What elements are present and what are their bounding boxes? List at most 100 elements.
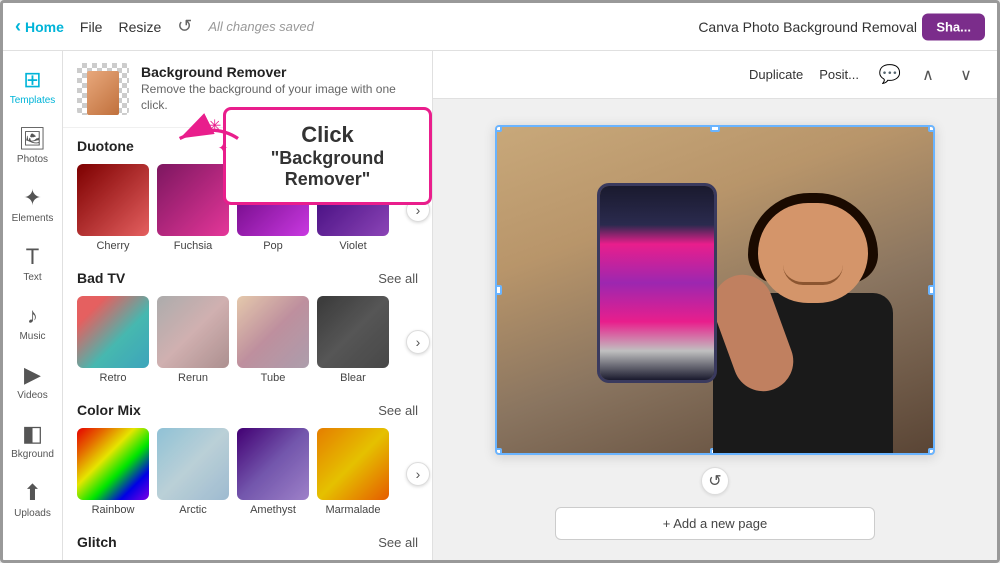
undo-icon[interactable]: ↺ — [177, 16, 192, 37]
handle-tm[interactable] — [710, 127, 720, 132]
marmalade-label: Marmalade — [325, 504, 380, 516]
comment-icon-button[interactable]: 💬 — [875, 60, 905, 90]
duotone-section: Duotone See all Cherry Fuchsia Pop — [63, 128, 432, 260]
color-mix-see-all[interactable]: See all — [378, 403, 418, 418]
bg-remover-thumb-img — [87, 71, 119, 115]
arctic-label: Arctic — [179, 504, 207, 516]
sidebar-icons: ⊞ Templates 🖼 Photos ✦ Elements T Text ♪… — [3, 51, 63, 563]
bg-remover-thumbnail — [77, 63, 129, 115]
filter-amethyst[interactable]: Amethyst — [237, 428, 309, 516]
amethyst-thumb — [237, 428, 309, 500]
sidebar-item-templates[interactable]: ⊞ Templates — [7, 59, 59, 114]
color-mix-next-button[interactable]: › — [406, 462, 430, 486]
filter-rainbow[interactable]: Rainbow — [77, 428, 149, 516]
filter-marmalade[interactable]: Marmalade — [317, 428, 389, 516]
sidebar-item-uploads[interactable]: ⬆ Uploads — [7, 472, 59, 527]
pop-label: Pop — [263, 240, 283, 252]
filter-tube[interactable]: Tube — [237, 296, 309, 384]
sidebar-label-photos: Photos — [17, 154, 48, 165]
cherry-label: Cherry — [96, 240, 129, 252]
fuchsia-label: Fuchsia — [174, 240, 213, 252]
handle-bl[interactable] — [497, 448, 502, 453]
nav-home[interactable]: Home — [15, 16, 64, 37]
filter-pop[interactable]: Pop — [237, 164, 309, 252]
rainbow-thumb — [77, 428, 149, 500]
filter-retro[interactable]: Retro — [77, 296, 149, 384]
position-button[interactable]: Posit... — [819, 67, 859, 82]
glitch-section: Glitch See all › — [63, 524, 432, 563]
bg-remover-description: Remove the background of your image with… — [141, 82, 418, 113]
glitch-see-all[interactable]: See all — [378, 535, 418, 550]
add-page-button[interactable]: + Add a new page — [555, 507, 875, 540]
music-icon: ♪ — [27, 303, 38, 329]
bg-remover-header[interactable]: Background Remover Remove the background… — [63, 51, 432, 128]
sidebar-item-videos[interactable]: ▶ Videos — [7, 354, 59, 409]
filter-cherry[interactable]: Cherry — [77, 164, 149, 252]
rainbow-label: Rainbow — [92, 504, 135, 516]
duotone-see-all[interactable]: See all — [378, 139, 418, 154]
app-title: Canva Photo Background Removal — [698, 19, 917, 35]
nav-file[interactable]: File — [80, 19, 103, 35]
color-mix-grid: Rainbow Arctic Amethyst Marmalade › — [63, 424, 432, 524]
pop-thumb — [237, 164, 309, 236]
handle-ml[interactable] — [497, 285, 502, 295]
filter-violet[interactable]: Violet — [317, 164, 389, 252]
duplicate-button[interactable]: Duplicate — [749, 67, 803, 82]
blear-thumb — [317, 296, 389, 368]
duotone-header: Duotone See all — [63, 128, 432, 160]
text-icon: T — [26, 244, 39, 270]
canvas-area: ↺ + Add a new page — [433, 99, 997, 563]
top-navbar: Home File Resize ↺ All changes saved Can… — [3, 3, 997, 51]
retro-thumb — [77, 296, 149, 368]
canvas-frame[interactable] — [495, 125, 935, 455]
filter-arctic[interactable]: Arctic — [157, 428, 229, 516]
photos-icon: 🖼 — [19, 126, 47, 152]
rerun-thumb — [157, 296, 229, 368]
marmalade-thumb — [317, 428, 389, 500]
effects-panel: Background Remover Remove the background… — [63, 51, 433, 563]
sidebar-label-videos: Videos — [17, 390, 47, 401]
arctic-thumb — [157, 428, 229, 500]
sidebar-item-music[interactable]: ♪ Music — [7, 295, 59, 350]
filter-fuchsia[interactable]: Fuchsia — [157, 164, 229, 252]
duotone-next-button[interactable]: › — [406, 198, 430, 222]
chevron-down-button[interactable]: ∨ — [951, 60, 981, 90]
right-area: Duplicate Posit... 💬 ∧ ∨ — [433, 51, 997, 563]
handle-br[interactable] — [928, 448, 933, 453]
violet-label: Violet — [339, 240, 366, 252]
handle-tr[interactable] — [928, 127, 933, 132]
bad-tv-title: Bad TV — [77, 270, 125, 286]
bg-remover-text: Background Remover Remove the background… — [141, 64, 418, 113]
elements-icon: ✦ — [23, 185, 41, 211]
rotate-button[interactable]: ↺ — [701, 467, 729, 495]
blear-label: Blear — [340, 372, 366, 384]
chevron-up-button[interactable]: ∧ — [913, 60, 943, 90]
sidebar-label-templates: Templates — [10, 95, 56, 106]
handle-tl[interactable] — [497, 127, 502, 132]
sidebar-item-elements[interactable]: ✦ Elements — [7, 177, 59, 232]
sidebar-item-text[interactable]: T Text — [7, 236, 59, 291]
glitch-title: Glitch — [77, 534, 117, 550]
sidebar-item-bkground[interactable]: ◧ Bkground — [7, 413, 59, 468]
share-button[interactable]: Sha... — [922, 13, 985, 40]
saved-status: All changes saved — [208, 19, 314, 34]
sidebar-label-music: Music — [19, 331, 45, 342]
bg-remover-title: Background Remover — [141, 64, 418, 80]
sidebar-item-photos[interactable]: 🖼 Photos — [7, 118, 59, 173]
bad-tv-see-all[interactable]: See all — [378, 271, 418, 286]
filter-rerun[interactable]: Rerun — [157, 296, 229, 384]
handle-mr[interactable] — [928, 285, 933, 295]
fuchsia-thumb — [157, 164, 229, 236]
videos-icon: ▶ — [24, 362, 41, 388]
amethyst-label: Amethyst — [250, 504, 296, 516]
uploads-icon: ⬆ — [23, 480, 41, 506]
bad-tv-grid: Retro Rerun Tube Blear › — [63, 292, 432, 392]
bad-tv-next-button[interactable]: › — [406, 330, 430, 354]
rerun-label: Rerun — [178, 372, 208, 384]
phone-image — [597, 183, 717, 383]
sidebar-label-uploads: Uploads — [14, 508, 51, 519]
main-layout: ⊞ Templates 🖼 Photos ✦ Elements T Text ♪… — [3, 51, 997, 563]
nav-resize[interactable]: Resize — [118, 19, 161, 35]
duotone-title: Duotone — [77, 138, 134, 154]
filter-blear[interactable]: Blear — [317, 296, 389, 384]
